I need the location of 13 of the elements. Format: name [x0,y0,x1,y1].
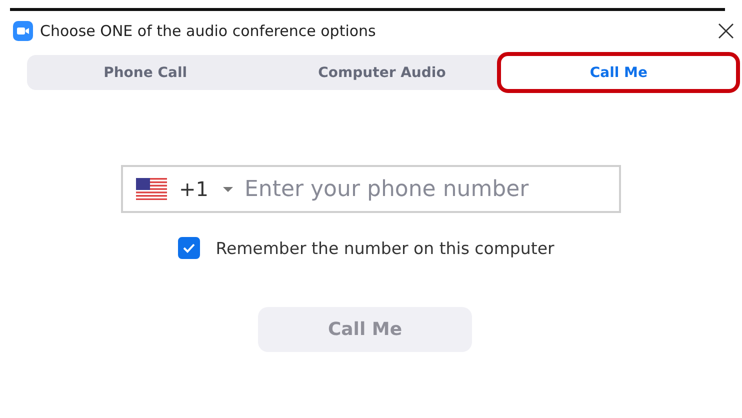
caret-icon[interactable] [222,185,234,193]
close-icon[interactable] [718,23,734,39]
phone-field[interactable]: +1 Enter your phone number [121,165,621,213]
flag-icon [136,178,167,200]
window-title: Choose ONE of the audio conference options [40,22,377,40]
check-icon [182,242,196,254]
country-code[interactable]: +1 [179,177,208,201]
checkbox-label: Remember the number on this computer [216,238,554,258]
camera-icon [13,21,33,41]
checkbox[interactable] [178,237,200,259]
tab[interactable]: Computer Audio [264,55,500,90]
tab[interactable]: Phone Call [27,55,264,90]
tab[interactable]: Call Me [500,55,738,90]
